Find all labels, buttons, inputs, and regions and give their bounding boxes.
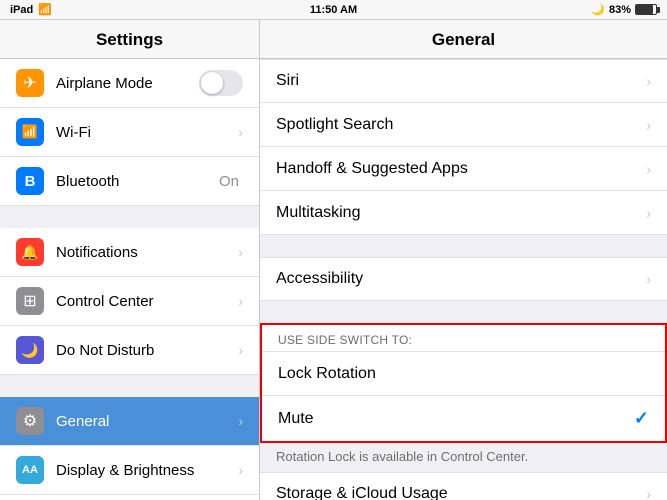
siri-label: Siri <box>276 72 646 90</box>
general-label: General <box>56 413 238 430</box>
content-item-siri[interactable]: Siri › <box>260 59 667 103</box>
content-title: General <box>260 20 667 59</box>
airplane-label: Airplane Mode <box>56 75 199 92</box>
handoff-chevron: › <box>646 161 651 177</box>
wifi-icon: 📶 <box>16 118 44 146</box>
sidebar-item-general[interactable]: ⚙ General › <box>0 397 259 446</box>
content-item-handoff[interactable]: Handoff & Suggested Apps › <box>260 147 667 191</box>
lock-rotation-label: Lock Rotation <box>278 365 649 383</box>
dnd-chevron: › <box>238 342 243 358</box>
display-label: Display & Brightness <box>56 462 238 479</box>
side-switch-section: USE SIDE SWITCH TO: Lock Rotation Mute ✓ <box>260 323 667 443</box>
multitasking-label: Multitasking <box>276 204 646 222</box>
content-item-multitasking[interactable]: Multitasking › <box>260 191 667 235</box>
dnd-label: Do Not Disturb <box>56 342 238 359</box>
bluetooth-label: Bluetooth <box>56 173 219 190</box>
content-item-spotlight[interactable]: Spotlight Search › <box>260 103 667 147</box>
sidebar-item-wifi[interactable]: 📶 Wi-Fi › <box>0 108 259 157</box>
main-container: Settings ✈ Airplane Mode 📶 Wi-Fi › B Blu… <box>0 20 667 500</box>
content-item-accessibility[interactable]: Accessibility › <box>260 257 667 301</box>
sidebar-item-display[interactable]: AA Display & Brightness › <box>0 446 259 495</box>
display-chevron: › <box>238 462 243 478</box>
side-switch-lock-rotation[interactable]: Lock Rotation <box>262 351 665 395</box>
sidebar-item-notifications[interactable]: 🔔 Notifications › <box>0 228 259 277</box>
side-switch-mute[interactable]: Mute ✓ <box>262 395 665 441</box>
ipad-label: iPad <box>10 4 33 16</box>
airplane-icon: ✈ <box>16 69 44 97</box>
wifi-label: Wi-Fi <box>56 124 238 141</box>
display-icon: AA <box>16 456 44 484</box>
airplane-toggle[interactable] <box>199 70 243 96</box>
mute-checkmark: ✓ <box>634 408 649 429</box>
toggle-knob <box>201 72 223 94</box>
content-item-storage[interactable]: Storage & iCloud Usage › <box>260 472 667 500</box>
battery-percent: 83% <box>609 4 631 16</box>
rotation-note: Rotation Lock is available in Control Ce… <box>260 443 667 472</box>
battery-icon <box>635 4 657 15</box>
content-panel: General Siri › Spotlight Search › Handof… <box>260 20 667 500</box>
sidebar-item-dnd[interactable]: 🌙 Do Not Disturb › <box>0 326 259 375</box>
sidebar-item-bluetooth[interactable]: B Bluetooth On <box>0 157 259 206</box>
notifications-icon: 🔔 <box>16 238 44 266</box>
handoff-label: Handoff & Suggested Apps <box>276 160 646 178</box>
accessibility-chevron: › <box>646 271 651 287</box>
siri-chevron: › <box>646 73 651 89</box>
separator-2 <box>0 375 259 397</box>
control-center-icon: ⊞ <box>16 287 44 315</box>
control-center-label: Control Center <box>56 293 238 310</box>
separator-b <box>260 301 667 323</box>
storage-chevron: › <box>646 486 651 500</box>
wifi-icon: 📶 <box>38 3 52 16</box>
sidebar-title: Settings <box>0 20 259 59</box>
spotlight-chevron: › <box>646 117 651 133</box>
status-time: 11:50 AM <box>310 4 357 16</box>
bluetooth-icon: B <box>16 167 44 195</box>
general-icon: ⚙ <box>16 407 44 435</box>
sidebar-item-control-center[interactable]: ⊞ Control Center › <box>0 277 259 326</box>
accessibility-label: Accessibility <box>276 270 646 288</box>
control-center-chevron: › <box>238 293 243 309</box>
sidebar-item-airplane[interactable]: ✈ Airplane Mode <box>0 59 259 108</box>
status-bar: iPad 📶 11:50 AM 🌙 83% <box>0 0 667 20</box>
bluetooth-value: On <box>219 173 239 190</box>
wifi-chevron: › <box>238 124 243 140</box>
status-left: iPad 📶 <box>10 3 52 16</box>
spotlight-label: Spotlight Search <box>276 116 646 134</box>
moon-icon: 🌙 <box>591 3 605 16</box>
notifications-chevron: › <box>238 244 243 260</box>
sidebar-item-wallpaper[interactable]: ❄ Wallpaper › <box>0 495 259 500</box>
separator-1 <box>0 206 259 228</box>
separator-a <box>260 235 667 257</box>
status-right: 🌙 83% <box>591 3 657 16</box>
notifications-label: Notifications <box>56 244 238 261</box>
mute-label: Mute <box>278 410 634 428</box>
multitasking-chevron: › <box>646 205 651 221</box>
storage-label: Storage & iCloud Usage <box>276 485 646 500</box>
side-switch-header: USE SIDE SWITCH TO: <box>262 325 665 351</box>
sidebar: Settings ✈ Airplane Mode 📶 Wi-Fi › B Blu… <box>0 20 260 500</box>
general-chevron: › <box>238 413 243 429</box>
dnd-icon: 🌙 <box>16 336 44 364</box>
